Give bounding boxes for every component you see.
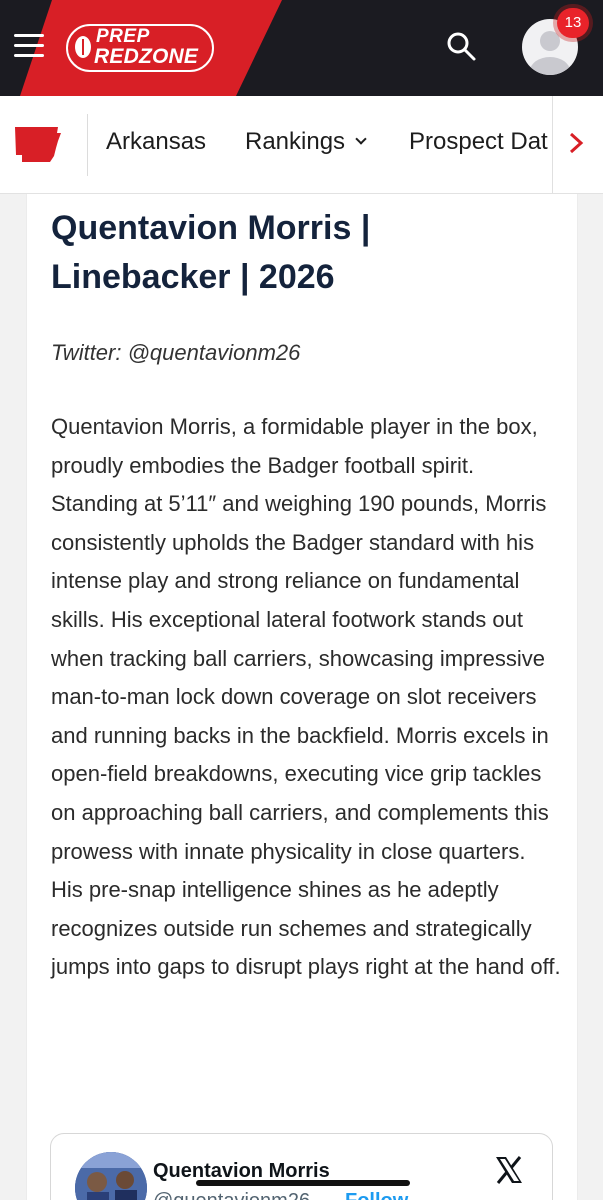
tweet-separator: · [329,1190,336,1200]
chevron-right-icon[interactable] [568,131,584,155]
nav-item-arkansas[interactable]: Arkansas [106,128,206,156]
menu-icon[interactable] [14,34,48,60]
nav-item-rankings-label: Rankings [245,128,346,155]
tweet-author-avatar[interactable] [75,1152,147,1200]
site-logo[interactable]: PREP REDZONE [66,20,216,74]
follow-button[interactable]: Follow [345,1190,408,1200]
nav-item-rankings[interactable]: Rankings [245,128,367,156]
home-indicator[interactable] [196,1180,410,1186]
state-nav: Arkansas Rankings Prospect Dat [0,96,603,194]
search-icon[interactable] [445,30,477,62]
nav-item-prospect-data[interactable]: Prospect Dat [409,128,548,156]
tweet-author-handle[interactable]: @quentavionm26 [153,1190,310,1200]
article-card: Quentavion Morris | Linebacker | 2026 Tw… [26,194,578,1200]
x-logo-icon[interactable] [493,1154,525,1186]
tweet-avatar-photo [75,1152,147,1200]
football-icon [75,36,91,58]
chevron-down-icon [355,133,367,145]
article-title: Quentavion Morris | Linebacker | 2026 [51,209,371,296]
notification-badge[interactable]: 13 [557,8,589,38]
nav-divider [87,114,88,176]
logo-text-redzone: REDZONE [94,45,199,68]
twitter-handle-line: Twitter: @quentavionm26 [51,340,301,365]
site-header: PREP REDZONE 13 [0,0,603,96]
tweet-embed[interactable]: Quentavion Morris @quentavionm26 · Follo… [50,1133,553,1200]
article-body: Quentavion Morris, a formidable player i… [51,414,561,980]
arkansas-state-icon[interactable] [12,124,62,164]
